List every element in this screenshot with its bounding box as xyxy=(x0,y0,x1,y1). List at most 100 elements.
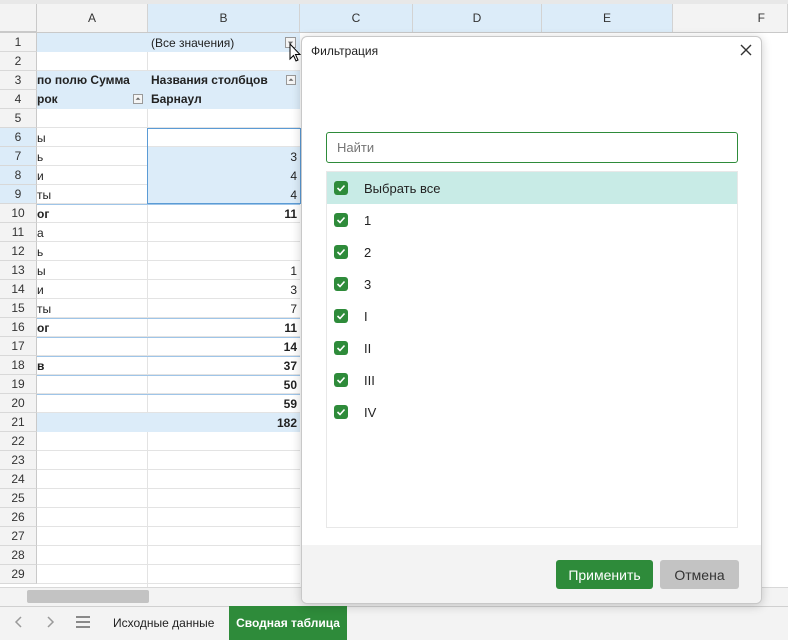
row-header[interactable]: 12 xyxy=(0,242,37,261)
checkbox-checked-icon[interactable] xyxy=(334,181,348,195)
filter-item[interactable]: 3 xyxy=(327,268,737,300)
filter-item[interactable]: III xyxy=(327,364,737,396)
chevron-right-icon[interactable] xyxy=(44,615,56,629)
pivot-row-item[interactable]: ь xyxy=(37,242,145,261)
row-header[interactable]: 11 xyxy=(0,223,37,242)
pivot-value-cell[interactable]: 37 xyxy=(148,356,300,375)
pivot-row-item[interactable]: ы xyxy=(37,261,145,280)
row-gridline xyxy=(37,583,300,584)
row-header[interactable]: 7 xyxy=(0,147,37,166)
pivot-row-item[interactable]: ь xyxy=(37,147,145,166)
pivot-value-cell[interactable]: 11 xyxy=(148,204,300,223)
column-header-b[interactable]: B xyxy=(148,4,300,32)
pivot-row-item[interactable]: ог xyxy=(37,318,145,337)
filter-item[interactable]: 2 xyxy=(327,236,737,268)
sheet-tab-source-data[interactable]: Исходные данные xyxy=(113,614,225,632)
grand-total-value: 182 xyxy=(276,415,297,430)
horizontal-scrollbar-thumb[interactable] xyxy=(27,590,149,603)
subtotal-border xyxy=(37,204,300,205)
filter-item-label: III xyxy=(364,372,375,388)
cancel-button[interactable]: Отмена xyxy=(660,560,739,589)
row-header[interactable]: 17 xyxy=(0,337,37,356)
column-sort-button[interactable] xyxy=(286,75,296,85)
row-header[interactable]: 10 xyxy=(0,204,37,223)
row-header[interactable]: 18 xyxy=(0,356,37,375)
pivot-row-item[interactable]: ог xyxy=(37,204,145,223)
column-header-c[interactable]: C xyxy=(300,4,413,32)
row-header[interactable]: 8 xyxy=(0,166,37,185)
row-header[interactable]: 6 xyxy=(0,128,37,147)
pivot-value-cell[interactable]: 59 xyxy=(148,394,300,413)
pivot-value-cell[interactable]: 3 xyxy=(148,280,300,299)
row-header[interactable]: 22 xyxy=(0,432,37,451)
checkbox-checked-icon[interactable] xyxy=(334,245,348,259)
filter-item-label: 2 xyxy=(364,244,372,260)
row-header[interactable]: 27 xyxy=(0,527,37,546)
pivot-value-cell[interactable]: 50 xyxy=(148,375,300,394)
checkbox-checked-icon[interactable] xyxy=(334,373,348,387)
row-header[interactable]: 5 xyxy=(0,109,37,128)
filter-item[interactable]: II xyxy=(327,332,737,364)
column-header-d[interactable]: D xyxy=(413,4,542,32)
pivot-value-cell[interactable]: 14 xyxy=(148,337,300,356)
pivot-value-cell[interactable]: 1 xyxy=(148,261,300,280)
subtotal-border xyxy=(37,375,300,376)
row-header[interactable]: 26 xyxy=(0,508,37,527)
row-header[interactable]: 15 xyxy=(0,299,37,318)
pivot-row-item[interactable]: а xyxy=(37,223,145,242)
chevron-left-icon[interactable] xyxy=(13,615,25,629)
corner-cell[interactable] xyxy=(0,4,37,32)
checkbox-checked-icon[interactable] xyxy=(334,341,348,355)
sheet-tab-pivot-table[interactable]: Сводная таблица xyxy=(229,606,347,640)
search-input[interactable] xyxy=(326,132,738,163)
column-header-f[interactable]: F xyxy=(673,4,788,32)
row-header[interactable]: 9 xyxy=(0,185,37,204)
pivot-row-item[interactable]: ты xyxy=(37,299,145,318)
filter-list: Выбрать все 1 2 3 I II III IV xyxy=(326,171,738,528)
row-header[interactable]: 4 xyxy=(0,90,37,109)
row-header[interactable]: 1 xyxy=(0,33,37,52)
filter-item[interactable]: I xyxy=(327,300,737,332)
filter-item[interactable]: IV xyxy=(327,396,737,428)
row-header[interactable]: 19 xyxy=(0,375,37,394)
row-header[interactable]: 24 xyxy=(0,470,37,489)
checkbox-checked-icon[interactable] xyxy=(334,405,348,419)
filter-item-label: I xyxy=(364,308,368,324)
pivot-row-item[interactable]: ты xyxy=(37,185,145,204)
checkbox-checked-icon[interactable] xyxy=(334,309,348,323)
pivot-value-cell[interactable]: 4 xyxy=(148,166,300,185)
pivot-column-field-label: Названия столбцов xyxy=(151,72,268,87)
row-header[interactable]: 3 xyxy=(0,71,37,90)
row-header[interactable]: 29 xyxy=(0,565,37,584)
subtotal-border xyxy=(37,356,300,357)
row-header[interactable]: 23 xyxy=(0,451,37,470)
select-all-label: Выбрать все xyxy=(364,180,441,196)
row-header[interactable]: 13 xyxy=(0,261,37,280)
column-header-a[interactable]: A xyxy=(37,4,148,32)
row-header[interactable]: 2 xyxy=(0,52,37,71)
column-header-e[interactable]: E xyxy=(542,4,673,32)
row-header[interactable]: 20 xyxy=(0,394,37,413)
checkbox-checked-icon[interactable] xyxy=(334,213,348,227)
row-header[interactable]: 28 xyxy=(0,546,37,565)
pivot-value-cell[interactable]: 4 xyxy=(148,185,300,204)
apply-button[interactable]: Применить xyxy=(556,560,653,589)
pivot-row-item[interactable]: и xyxy=(37,280,145,299)
row-header[interactable]: 21 xyxy=(0,413,37,432)
pivot-value-cell[interactable]: 3 xyxy=(148,147,300,166)
close-icon[interactable] xyxy=(740,44,752,56)
filter-item[interactable]: 1 xyxy=(327,204,737,236)
checkbox-checked-icon[interactable] xyxy=(334,277,348,291)
pivot-value-cell[interactable]: 7 xyxy=(148,299,300,318)
row-header[interactable]: 16 xyxy=(0,318,37,337)
pivot-row-item[interactable]: в xyxy=(37,356,145,375)
pivot-value-cell[interactable]: 11 xyxy=(148,318,300,337)
row-header[interactable]: 14 xyxy=(0,280,37,299)
subtotal-border xyxy=(37,394,300,395)
select-all-item[interactable]: Выбрать все xyxy=(327,172,737,204)
pivot-row-item[interactable]: ы xyxy=(37,128,145,147)
row-header[interactable]: 25 xyxy=(0,489,37,508)
row-sort-button[interactable] xyxy=(133,94,143,104)
sheet-list-menu-icon[interactable] xyxy=(75,615,91,629)
pivot-row-item[interactable]: и xyxy=(37,166,145,185)
